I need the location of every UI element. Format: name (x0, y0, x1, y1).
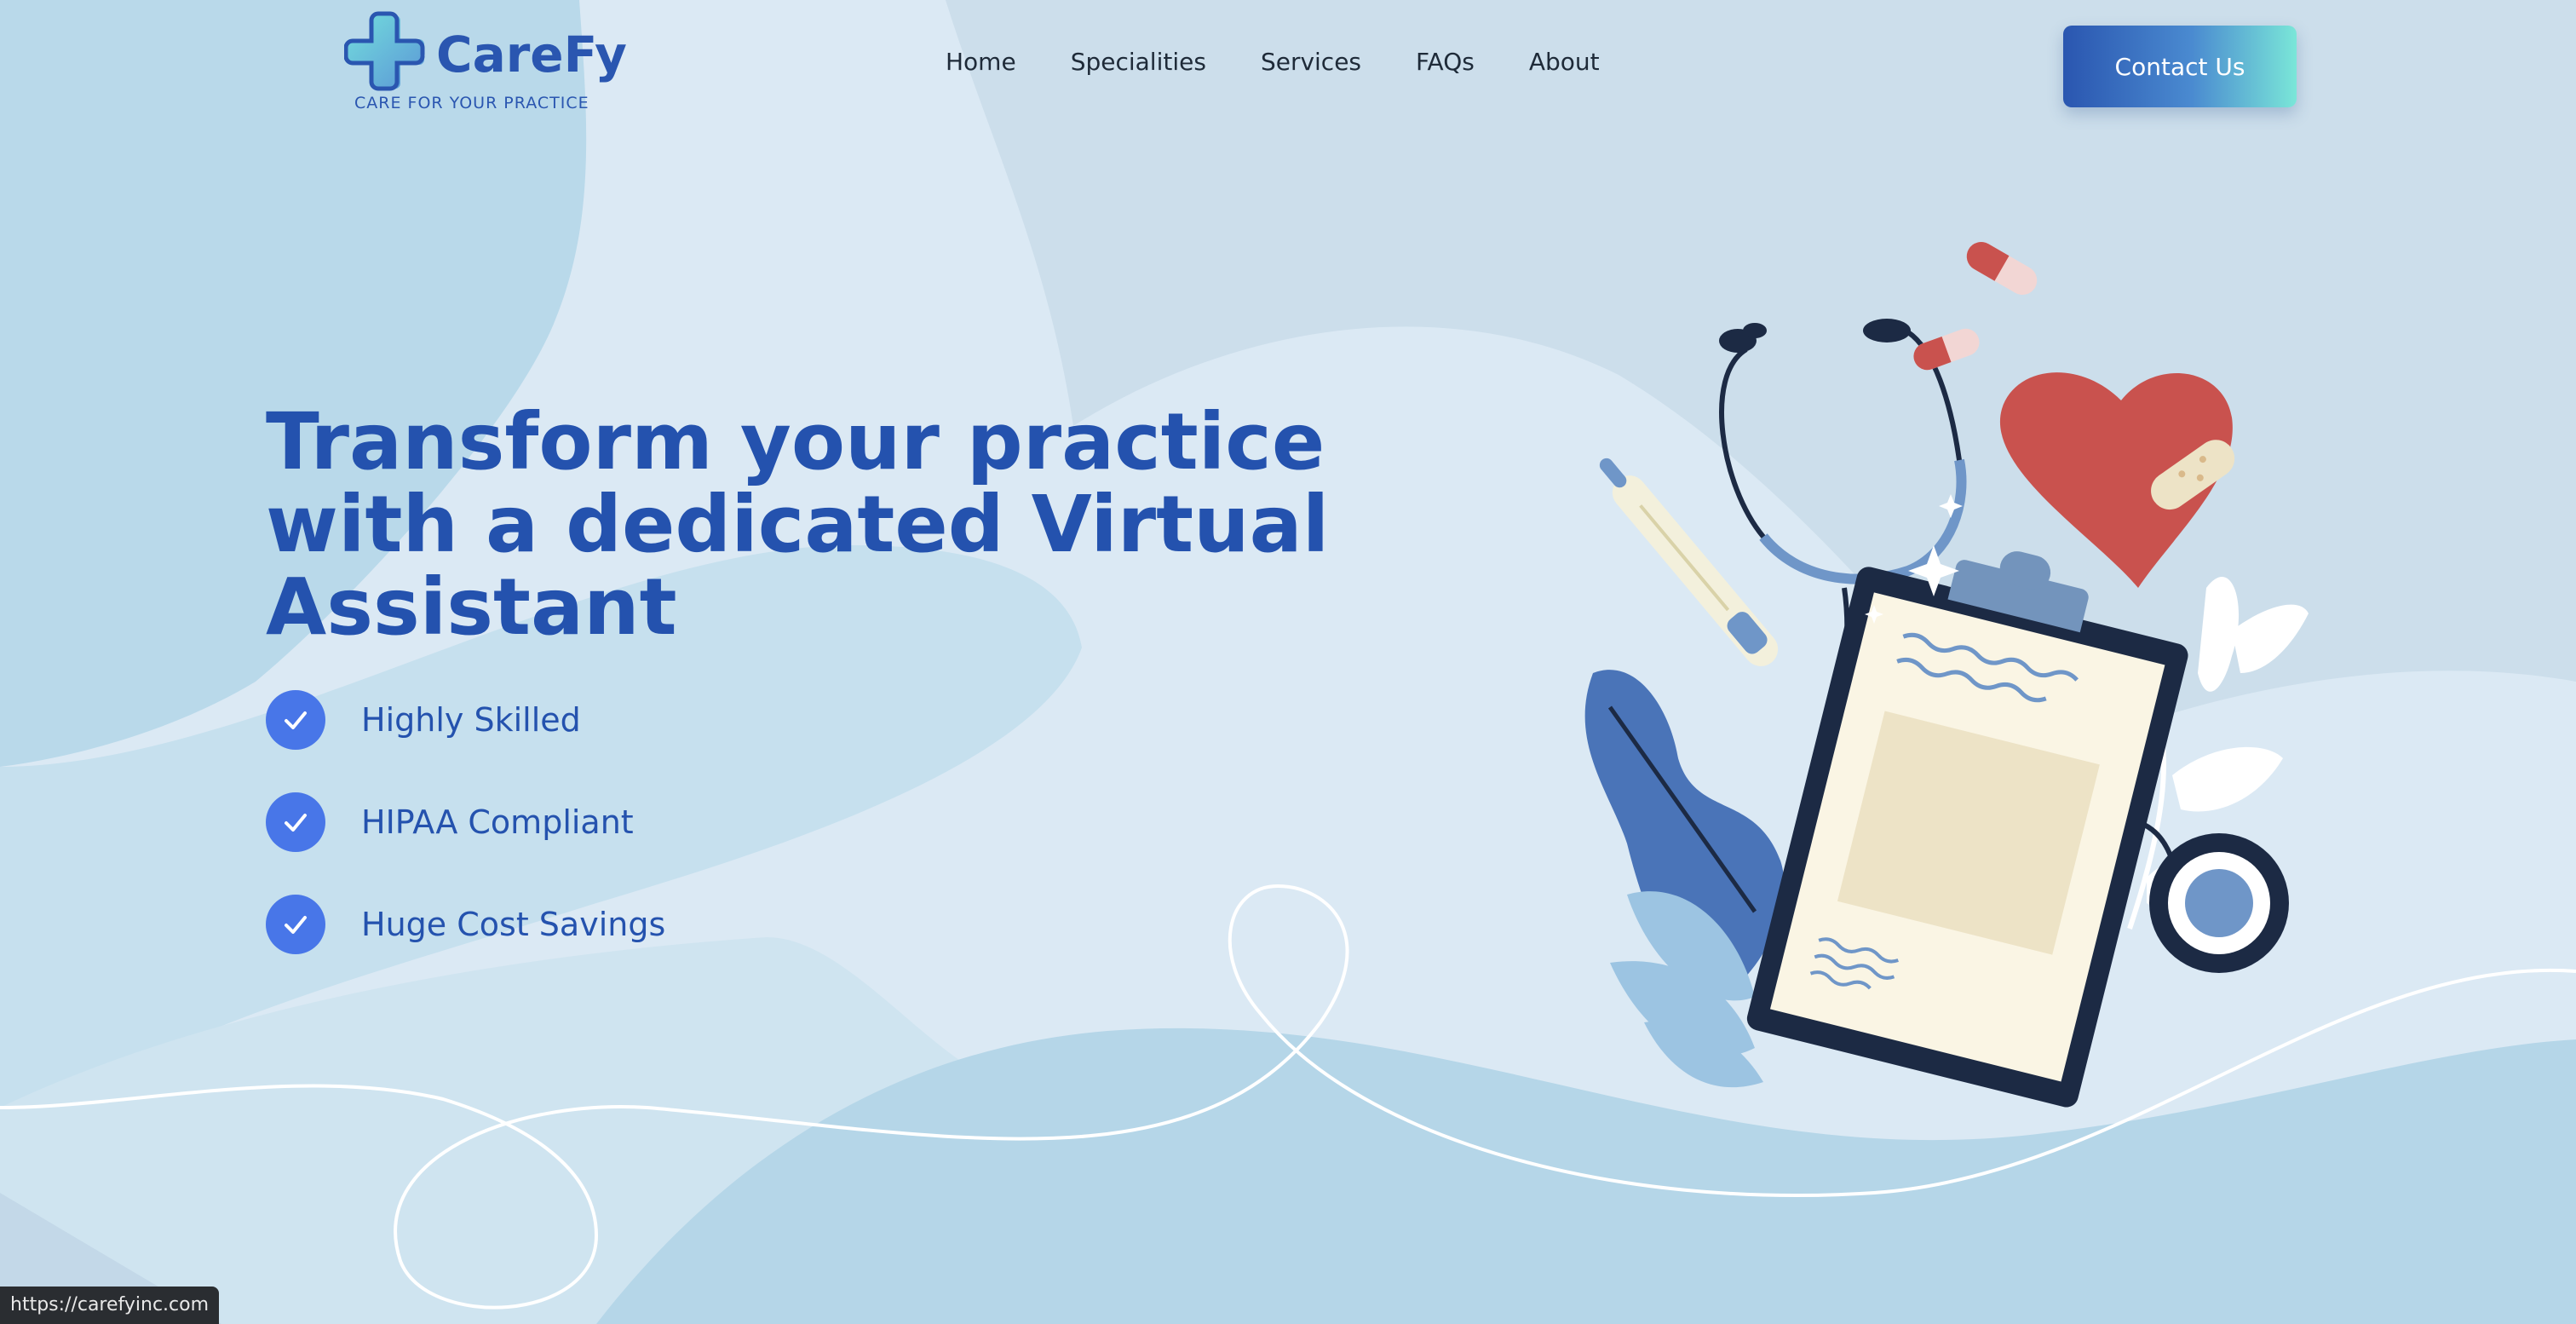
brand-tagline: CARE FOR YOUR PRACTICE (354, 94, 589, 112)
hero-title-line: Assistant (266, 561, 677, 653)
status-bar-url: https://carefyinc.com (0, 1287, 220, 1324)
feature-label: Highly Skilled (361, 701, 581, 739)
medical-cross-logo-icon (344, 11, 425, 91)
nav-item-services[interactable]: Services (1261, 48, 1361, 82)
check-icon (266, 690, 325, 750)
landing-page: CareFy CARE FOR YOUR PRACTICE Home Speci… (0, 0, 2576, 1324)
hero-title-line: with a dedicated Virtual (266, 479, 1330, 570)
feature-list: Highly Skilled HIPAA Compliant Huge Cost… (266, 690, 1032, 997)
hero-title: Transform your practice with a dedicated… (266, 396, 1330, 653)
brand-logo[interactable]: CareFy CARE FOR YOUR PRACTICE (344, 10, 627, 121)
main-nav: Home Specialities Services FAQs About (946, 48, 1654, 82)
nav-item-faqs[interactable]: FAQs (1416, 48, 1475, 82)
feature-label: HIPAA Compliant (361, 803, 634, 841)
check-icon (266, 792, 325, 852)
heart-icon (1999, 372, 2235, 588)
site-header: CareFy CARE FOR YOUR PRACTICE Home Speci… (0, 0, 2576, 128)
feature-item: HIPAA Compliant (266, 792, 1032, 852)
brand-name: CareFy (436, 26, 627, 83)
nav-item-specialities[interactable]: Specialities (1071, 48, 1206, 82)
hero-title-line: Transform your practice (266, 396, 1325, 487)
nav-item-about[interactable]: About (1529, 48, 1600, 82)
contact-us-button[interactable]: Contact Us (2063, 26, 2297, 107)
thermometer-icon (1599, 458, 1779, 666)
medical-illustration (1584, 242, 2309, 1108)
feature-item: Highly Skilled (266, 690, 1032, 750)
pill-icon (1913, 328, 1980, 371)
nav-item-home[interactable]: Home (946, 48, 1016, 82)
feature-item: Huge Cost Savings (266, 895, 1032, 954)
clipboard-icon (1746, 551, 2188, 1108)
pill-icon (1966, 242, 2038, 295)
check-icon (266, 895, 325, 954)
feature-label: Huge Cost Savings (361, 906, 666, 943)
